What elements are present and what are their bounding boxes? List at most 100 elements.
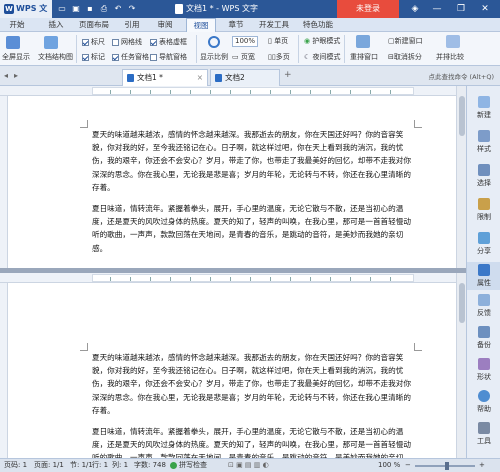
tab-review[interactable]: 审阅 [150, 18, 180, 32]
tab-chapter[interactable]: 章节 [222, 18, 250, 32]
side-tools[interactable]: 工具 [467, 422, 500, 446]
status-page[interactable]: 页码: 1 [4, 459, 27, 472]
doc-tab-2[interactable]: 文档2 [210, 69, 280, 86]
page-width-label: 页宽 [240, 53, 255, 61]
table-grid-checkbox[interactable]: 表格虚框 [150, 37, 187, 47]
new-doc-icon[interactable]: ▭ [56, 2, 68, 16]
status-line[interactable]: 行: 1 [92, 459, 108, 472]
nav-window-label: 导航窗格 [159, 53, 187, 61]
zoom-100-button[interactable]: 100% [232, 36, 259, 47]
tab-developer[interactable]: 开发工具 [254, 18, 294, 32]
horizontal-ruler[interactable] [0, 86, 466, 96]
document-icon [127, 74, 134, 82]
zoom-slider-knob[interactable] [445, 462, 449, 470]
vertical-ruler[interactable] [0, 96, 8, 268]
display-ratio-button[interactable]: 显示比例 [200, 52, 228, 62]
side-properties[interactable]: 属性 [467, 262, 500, 290]
paragraph[interactable]: 夏日味道，情转流年。紧握着拳头，展开，手心里的温度，无论它散与不散，还是当初心的… [92, 202, 414, 255]
document-body[interactable]: 夏天的味道越来越浓，感情的怀念越来越深。我那逝去的朋友，你在天国还好吗？你的音容… [92, 351, 414, 458]
doc-tab-1[interactable]: 文档1 * × [122, 69, 208, 86]
tab-view[interactable]: 视图 [186, 18, 216, 32]
command-search-hint[interactable]: 点此查找命令 (Alt+Q) [428, 71, 494, 81]
status-pages[interactable]: 页面: 1/1 [34, 459, 64, 472]
scrollbar-thumb[interactable] [459, 96, 465, 136]
gridlines-checkbox[interactable]: 网格线 [112, 37, 142, 47]
document-body[interactable]: 夏天的味道越来越浓，感情的怀念越来越深。我那逝去的朋友，你在天国还好吗？你的音容… [92, 128, 414, 255]
fullscreen-label[interactable]: 全屏显示 [2, 52, 30, 62]
multi-page-button[interactable]: ▯▯多页 [268, 52, 290, 62]
restore-button[interactable]: ❐ [450, 0, 472, 18]
page-width-button[interactable]: ▭ 页宽 [232, 52, 255, 62]
rearrange-window-button[interactable]: 重排窗口 [350, 52, 378, 62]
redo-icon[interactable]: ↷ [126, 2, 138, 16]
night-mode-label: 夜间模式 [312, 53, 341, 61]
side-feedback[interactable]: 反馈 [467, 294, 500, 318]
status-icons[interactable]: ⊡ ▣ ▤ ▥ ◐ [228, 459, 269, 472]
login-button[interactable]: 未登录 [337, 0, 399, 18]
zoom-percent[interactable]: 100 % [378, 459, 400, 472]
side-select[interactable]: 选择 [467, 164, 500, 188]
side-shape[interactable]: 形状 [467, 358, 500, 382]
side-by-side-button[interactable]: 并排比较 [436, 52, 464, 62]
scrollbar-thumb[interactable] [459, 283, 465, 323]
zoom-out-icon[interactable]: − [405, 459, 411, 472]
window-title-text: 文档1 * - WPS 文字 [186, 4, 258, 13]
cancel-split-button[interactable]: ⊟取消拆分 [388, 52, 422, 62]
paragraph[interactable]: 夏天的味道越来越浓，感情的怀念越来越深。我那逝去的朋友，你在天国还好吗？你的音容… [92, 128, 414, 194]
tab-references[interactable]: 引用 [118, 18, 146, 32]
paragraph[interactable]: 夏日味道，情转流年。紧握着拳头，展开，手心里的温度，无论它散与不散，还是当初心的… [92, 425, 414, 458]
side-backup[interactable]: 备份 [467, 326, 500, 350]
single-page-button[interactable]: ▯ 单页 [268, 36, 288, 46]
status-section[interactable]: 节: 1/1 [70, 459, 93, 472]
status-spellcheck[interactable]: 拼写检查 [170, 459, 207, 472]
new-window-button[interactable]: ▢新建窗口 [388, 36, 423, 46]
tab-next-icon[interactable]: ▸ [14, 71, 18, 80]
zoom-in-icon[interactable]: + [479, 459, 485, 472]
doc-structure-label[interactable]: 文档结构图 [38, 52, 73, 62]
vertical-ruler[interactable] [0, 283, 8, 458]
vertical-scrollbar[interactable] [456, 273, 466, 458]
taskpane-checkbox[interactable]: 任务窗格 [112, 52, 149, 62]
minimize-button[interactable]: — [426, 0, 448, 18]
print-icon[interactable]: ⎙ [98, 2, 110, 16]
fullscreen-icon[interactable] [6, 36, 20, 49]
vertical-scrollbar[interactable] [456, 86, 466, 268]
doc-structure-icon[interactable] [44, 36, 58, 49]
status-column[interactable]: 列: 1 [112, 459, 128, 472]
checkbox-icon [150, 53, 157, 61]
status-wordcount[interactable]: 字数: 748 [134, 459, 166, 472]
night-mode-button[interactable]: ☾ 夜间模式 [304, 52, 341, 62]
side-style[interactable]: 样式 [467, 130, 500, 154]
nav-window-checkbox[interactable]: 导航窗格 [150, 52, 187, 62]
tab-page-layout[interactable]: 页面布局 [74, 18, 114, 32]
side-help[interactable]: 帮助 [467, 390, 500, 414]
side-by-side-icon[interactable] [446, 35, 460, 48]
side-share[interactable]: 分享 [467, 232, 500, 256]
magnifier-icon[interactable] [208, 36, 220, 48]
tab-home[interactable]: 开始 [4, 18, 30, 32]
horizontal-ruler[interactable] [0, 273, 466, 283]
app-menu-button[interactable]: WWPS 文字 [0, 0, 52, 31]
marks-checkbox[interactable]: 标记 [82, 52, 105, 62]
rearrange-window-icon[interactable] [356, 35, 370, 48]
side-label: 分享 [477, 247, 491, 255]
close-tab-icon[interactable]: × [197, 70, 203, 86]
new-tab-icon[interactable]: + [284, 70, 292, 80]
open-folder-icon[interactable]: ▣ [70, 2, 82, 16]
document-pane-top[interactable]: 夏天的味道越来越浓，感情的怀念越来越深。我那逝去的朋友，你在天国还好吗？你的音容… [0, 86, 466, 268]
side-new[interactable]: 新建 [467, 96, 500, 120]
eye-mode-button[interactable]: ◉ 护眼模式 [304, 36, 340, 46]
share-icon [478, 232, 490, 244]
skin-icon[interactable]: ◈ [404, 0, 426, 18]
tab-prev-icon[interactable]: ◂ [4, 71, 8, 80]
paragraph[interactable]: 夏天的味道越来越浓，感情的怀念越来越深。我那逝去的朋友，你在天国还好吗？你的音容… [92, 351, 414, 417]
close-button[interactable]: ✕ [474, 0, 496, 18]
ruler-checkbox[interactable]: 标尺 [82, 37, 105, 47]
save-icon[interactable]: ▪ [84, 2, 96, 16]
margin-corner [80, 120, 88, 128]
document-pane-bottom[interactable]: 夏天的味道越来越浓，感情的怀念越来越深。我那逝去的朋友，你在天国还好吗？你的音容… [0, 273, 466, 458]
tab-special[interactable]: 特色功能 [298, 18, 338, 32]
side-restrict[interactable]: 限制 [467, 198, 500, 222]
tab-insert[interactable]: 插入 [42, 18, 70, 32]
undo-icon[interactable]: ↶ [112, 2, 124, 16]
